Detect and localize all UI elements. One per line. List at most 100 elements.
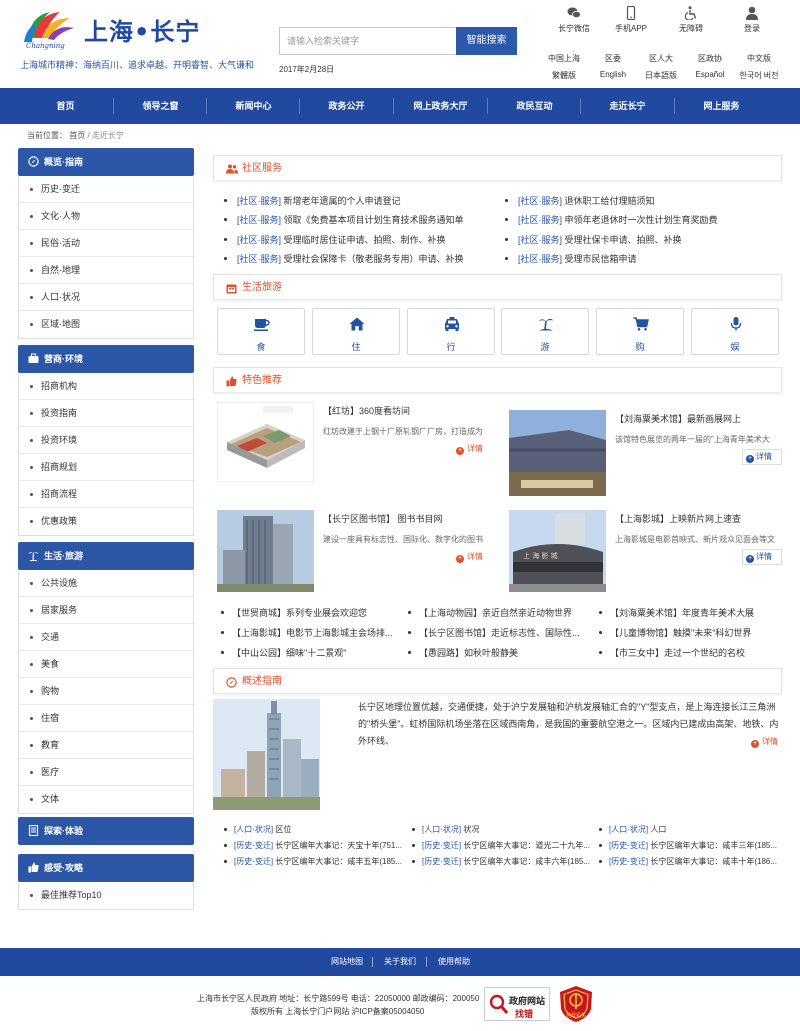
travel-tile-food[interactable]: 食 xyxy=(217,308,305,355)
nav-online-hall[interactable]: 网上政务大厅 xyxy=(393,88,488,124)
site-title[interactable]: 上海•长宁 xyxy=(84,12,200,47)
featured-list-item[interactable]: 【刘海粟美术馆】年度青年美术大展 xyxy=(598,606,754,619)
item-tag[interactable]: [人口·状况] xyxy=(422,825,461,834)
nav-gov-affairs[interactable]: 政务公开 xyxy=(299,88,394,124)
sidebar-item[interactable]: 民俗·活动 xyxy=(19,230,193,257)
changning-logo-icon[interactable]: Changning xyxy=(20,6,76,50)
item-title[interactable]: 长宁区编年大事记：咸丰三年(185... xyxy=(650,841,777,850)
sidebar-item[interactable]: 医疗 xyxy=(19,759,193,786)
library-building-image[interactable] xyxy=(217,510,314,592)
lang-english[interactable]: English xyxy=(590,70,636,79)
news-title[interactable]: 申领年老退休时一次性计划生育奖励费 xyxy=(565,215,718,225)
featured-list-item[interactable]: 【长宁区图书馆】走近标志性、国际性... xyxy=(408,626,580,639)
overview-item[interactable]: [历史·变迁] 长宁区编年大事记：道光二十九年... xyxy=(411,840,590,851)
gov-site-error-badge[interactable]: 政府网站 找错 xyxy=(484,987,550,1021)
item-title[interactable]: 长宁区编年大事记：咸丰五年(185... xyxy=(275,857,402,866)
lang-japanese[interactable]: 日本語版 xyxy=(638,70,684,81)
footer-link-sitemap[interactable]: 网站地图 xyxy=(331,948,363,976)
breadcrumb-home[interactable]: 首页 xyxy=(69,131,85,140)
search-button[interactable]: 智能搜索 xyxy=(456,27,517,55)
community-news-item[interactable]: [社区·服务] 受理临时居住证申请、拍照、制作、补换 xyxy=(224,233,446,246)
sidebar-item[interactable]: 美食 xyxy=(19,651,193,678)
featured-card-cinema[interactable]: 上 海 影 城 【上海影城】上映新片网上速查 上海影城是电影首映式、新片观众见面… xyxy=(505,508,782,600)
sidebar-item[interactable]: 住宿 xyxy=(19,705,193,732)
item-tag[interactable]: [历史·变迁] xyxy=(609,857,648,866)
travel-tile-tour[interactable]: 游 xyxy=(501,308,589,355)
featured-card-library[interactable]: 【长宁区图书馆】 图书书目网 建设一座具有标志性、国际化、数字化的图书 + 详情 xyxy=(213,508,487,600)
overview-item[interactable]: [人口·状况] 人口 xyxy=(598,824,666,835)
sidebar-item[interactable]: 最佳推荐Top10 xyxy=(19,882,193,909)
featured-list-item[interactable]: 【愚园路】如秋叶般静美 xyxy=(407,646,518,659)
overview-item[interactable]: [历史·变迁] 长宁区编年大事记：咸丰三年(185... xyxy=(598,840,777,851)
sidebar-item[interactable]: 优惠政策 xyxy=(19,508,193,535)
news-title[interactable]: 退休职工给付理赔须知 xyxy=(565,196,655,206)
item-tag[interactable]: [历史·变迁] xyxy=(422,841,461,850)
featured-list-item[interactable]: 【中山公园】细味"十二景观" xyxy=(220,646,346,659)
sidebar-item[interactable]: 历史·变迁 xyxy=(19,176,193,203)
news-tag[interactable]: [社区·服务] xyxy=(518,254,562,264)
featured-list-item[interactable]: 【上海影城】电影节上海影城主会场排... xyxy=(221,626,393,639)
sidebar-item[interactable]: 文体 xyxy=(19,786,193,813)
search-input[interactable]: 请输入检索关键字 xyxy=(279,27,456,55)
item-title[interactable]: 长宁区编年大事记：咸丰十年(186... xyxy=(650,857,777,866)
sidebar-item[interactable]: 投资环境 xyxy=(19,427,193,454)
sidebar-head-overview[interactable]: 概览·指南 xyxy=(18,148,194,176)
overview-item[interactable]: [历史·变迁] 长宁区编年大事记：咸丰十年(186... xyxy=(598,856,777,867)
sidebar-item[interactable]: 购物 xyxy=(19,678,193,705)
nav-leaders[interactable]: 领导之窗 xyxy=(113,88,208,124)
sidebar-item[interactable]: 招商机构 xyxy=(19,373,193,400)
sidebar-head-life[interactable]: 生活·旅游 xyxy=(18,542,194,570)
cinema-building-image[interactable]: 上 海 影 城 xyxy=(509,510,606,592)
sidebar-head-business[interactable]: 营商·环境 xyxy=(18,345,194,373)
news-tag[interactable]: [社区·服务] xyxy=(237,254,281,264)
sidebar-item[interactable]: 居家服务 xyxy=(19,597,193,624)
news-title[interactable]: 领取《免费基本项目计划生育技术服务通知单 xyxy=(284,215,464,225)
news-title[interactable]: 新增老年遗属的个人申请登记 xyxy=(284,196,401,206)
community-news-item[interactable]: [社区·服务] 受理市民信箱申请 xyxy=(505,252,637,265)
sidebar-item[interactable]: 招商规划 xyxy=(19,454,193,481)
featured-card-title[interactable]: 【上海影城】上映新片网上速查 xyxy=(615,512,741,525)
quick-link-accessibility[interactable]: 无障碍 xyxy=(666,6,716,34)
sidebar-head-feel[interactable]: 感受·攻略 xyxy=(18,854,194,882)
featured-card-title[interactable]: 【长宁区图书馆】 图书书目网 xyxy=(323,512,443,525)
changning-skyline-image[interactable] xyxy=(213,699,320,810)
item-tag[interactable]: [人口·状况] xyxy=(234,825,273,834)
community-news-item[interactable]: [社区·服务] 受理社会保障卡（敬老服务专用）申请、补换 xyxy=(224,252,464,265)
hongfang-model-image[interactable] xyxy=(217,402,314,482)
sidebar-item[interactable]: 交通 xyxy=(19,624,193,651)
travel-tile-stay[interactable]: 住 xyxy=(312,308,400,355)
featured-list-item[interactable]: 【市三女中】走过一个世纪的名校 xyxy=(598,646,745,659)
item-title[interactable]: 状况 xyxy=(463,825,479,834)
overview-item[interactable]: [历史·变迁] 长宁区编年大事记：天宝十年(751... xyxy=(223,840,402,851)
item-title[interactable]: 长宁区编年大事记：天宝十年(751... xyxy=(275,841,402,850)
news-tag[interactable]: [社区·服务] xyxy=(518,196,562,206)
nav-changning[interactable]: 走近长宁 xyxy=(580,88,675,124)
news-title[interactable]: 受理社保卡申请、拍照、补换 xyxy=(565,235,682,245)
detail-link[interactable]: + 详情 xyxy=(742,549,782,565)
news-tag[interactable]: [社区·服务] xyxy=(237,215,281,225)
news-tag[interactable]: [社区·服务] xyxy=(237,235,281,245)
community-news-item[interactable]: [社区·服务] 领取《免费基本项目计划生育技术服务通知单 xyxy=(224,213,464,226)
sidebar-item[interactable]: 文化·人物 xyxy=(19,203,193,230)
nav-news[interactable]: 新闻中心 xyxy=(206,88,301,124)
link-district-congress[interactable]: 区人大 xyxy=(638,53,684,64)
featured-list-item[interactable]: 【上海动物园】亲近自然亲近动物世界 xyxy=(407,606,572,619)
link-china-shanghai[interactable]: 中国上海 xyxy=(541,53,587,64)
nav-online-service[interactable]: 网上服务 xyxy=(674,88,769,124)
lang-traditional[interactable]: 繁體版 xyxy=(541,70,587,81)
featured-card-hongfang[interactable]: 【红坊】360度看坊间 红坊改建于上钢十厂原轧钢厂厂房，打造成为 + 详情 xyxy=(213,400,487,492)
featured-list-item[interactable]: 【世贸商城】系列专业展会欢迎您 xyxy=(220,606,367,619)
travel-tile-shopping[interactable]: 购 xyxy=(596,308,684,355)
footer-link-help[interactable]: 使用帮助 xyxy=(438,948,470,976)
community-news-item[interactable]: [社区·服务] 新增老年遗属的个人申请登记 xyxy=(224,194,401,207)
sidebar-item[interactable]: 投资指南 xyxy=(19,400,193,427)
news-tag[interactable]: [社区·服务] xyxy=(518,235,562,245)
item-title[interactable]: 区位 xyxy=(275,825,291,834)
featured-card-title[interactable]: 【刘海粟美术馆】最新画展网上 xyxy=(615,412,741,425)
lang-chinese[interactable]: 中文版 xyxy=(736,53,782,64)
detail-link[interactable]: + 详情 xyxy=(751,736,778,748)
detail-link[interactable]: + 详情 xyxy=(742,449,782,465)
news-title[interactable]: 受理市民信箱申请 xyxy=(565,254,637,264)
quick-link-app[interactable]: 手机APP xyxy=(606,6,656,34)
news-title[interactable]: 受理临时居住证申请、拍照、制作、补换 xyxy=(284,235,446,245)
